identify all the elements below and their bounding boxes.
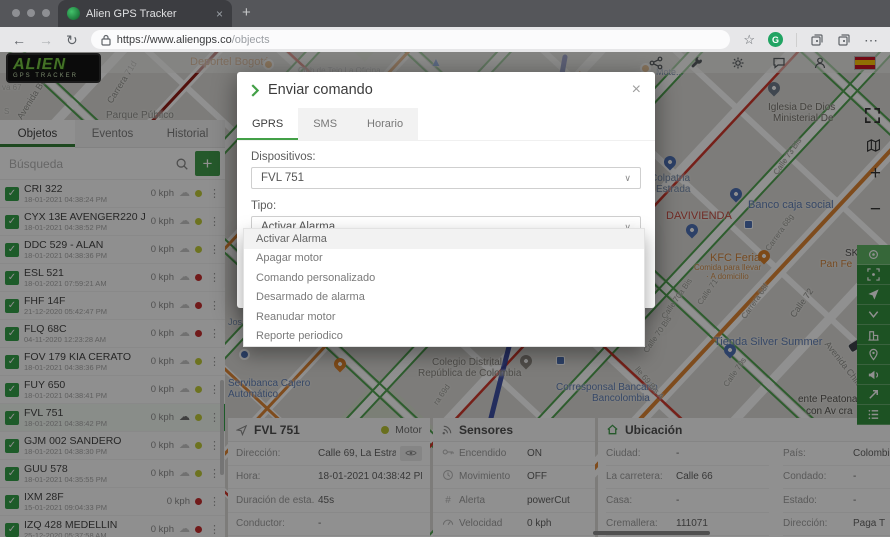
url-text: https://www.aliengps.co/objects bbox=[117, 34, 270, 46]
modal-tab[interactable]: SMS bbox=[298, 108, 353, 140]
lock-icon bbox=[101, 34, 111, 46]
type-label: Tipo: bbox=[251, 200, 277, 212]
new-tab-button[interactable]: + bbox=[242, 4, 251, 21]
modal-tab[interactable]: GPRS bbox=[237, 108, 299, 140]
extension-icon[interactable]: G bbox=[768, 32, 783, 47]
dropdown-option[interactable]: Desarmado de alarma bbox=[244, 288, 644, 308]
window-controls[interactable] bbox=[12, 9, 50, 17]
tab-close-icon[interactable]: × bbox=[216, 7, 223, 21]
url-domain: https://www.aliengps.co bbox=[116, 33, 232, 46]
divider bbox=[796, 32, 797, 47]
forward-button[interactable]: → bbox=[39, 33, 53, 47]
app-favicon bbox=[67, 7, 80, 20]
browser-actions: ☆ G ⋯ bbox=[743, 32, 878, 47]
chevron-down-icon: ∨ bbox=[624, 172, 631, 183]
refresh-button[interactable]: ↻ bbox=[66, 33, 78, 47]
dropdown-option[interactable]: Apagar motor bbox=[244, 249, 644, 269]
bookmark-star-icon[interactable]: ☆ bbox=[743, 33, 755, 46]
browser-tab-bar: Alien GPS Tracker × + bbox=[0, 0, 890, 27]
devices-label: Dispositivos: bbox=[251, 151, 316, 163]
browser-menu-icon[interactable]: ⋯ bbox=[864, 33, 878, 47]
browser-toolbar: ← → ↻ https://www.aliengps.co/objects ☆ … bbox=[0, 27, 890, 52]
modal-title: Enviar comando bbox=[268, 82, 373, 98]
devices-select[interactable]: FVL 751 ∨ bbox=[251, 167, 641, 189]
collections-icon[interactable] bbox=[810, 33, 824, 47]
url-path: /objects bbox=[231, 33, 270, 46]
dropdown-option[interactable]: Reporte periodico bbox=[244, 327, 644, 347]
type-options-dropdown: Activar Alarma Apagar motor Comando person… bbox=[243, 228, 645, 347]
modal-tabs: GPRS SMS Horario bbox=[237, 108, 655, 141]
tab-title: Alien GPS Tracker bbox=[86, 7, 177, 20]
back-button[interactable]: ← bbox=[12, 33, 26, 47]
modal-tab[interactable]: Horario bbox=[352, 108, 419, 140]
dropdown-option[interactable]: Activar Alarma bbox=[244, 229, 644, 249]
address-bar[interactable]: https://www.aliengps.co/objects bbox=[90, 30, 731, 49]
chevron-right-icon bbox=[251, 83, 260, 97]
close-icon[interactable]: × bbox=[632, 82, 641, 98]
browser-tab[interactable]: Alien GPS Tracker × bbox=[58, 0, 232, 27]
dropdown-option[interactable]: Reanudar motor bbox=[244, 307, 644, 327]
dropdown-option[interactable]: Comando personalizado bbox=[244, 268, 644, 288]
tab-actions-icon[interactable] bbox=[837, 33, 851, 47]
